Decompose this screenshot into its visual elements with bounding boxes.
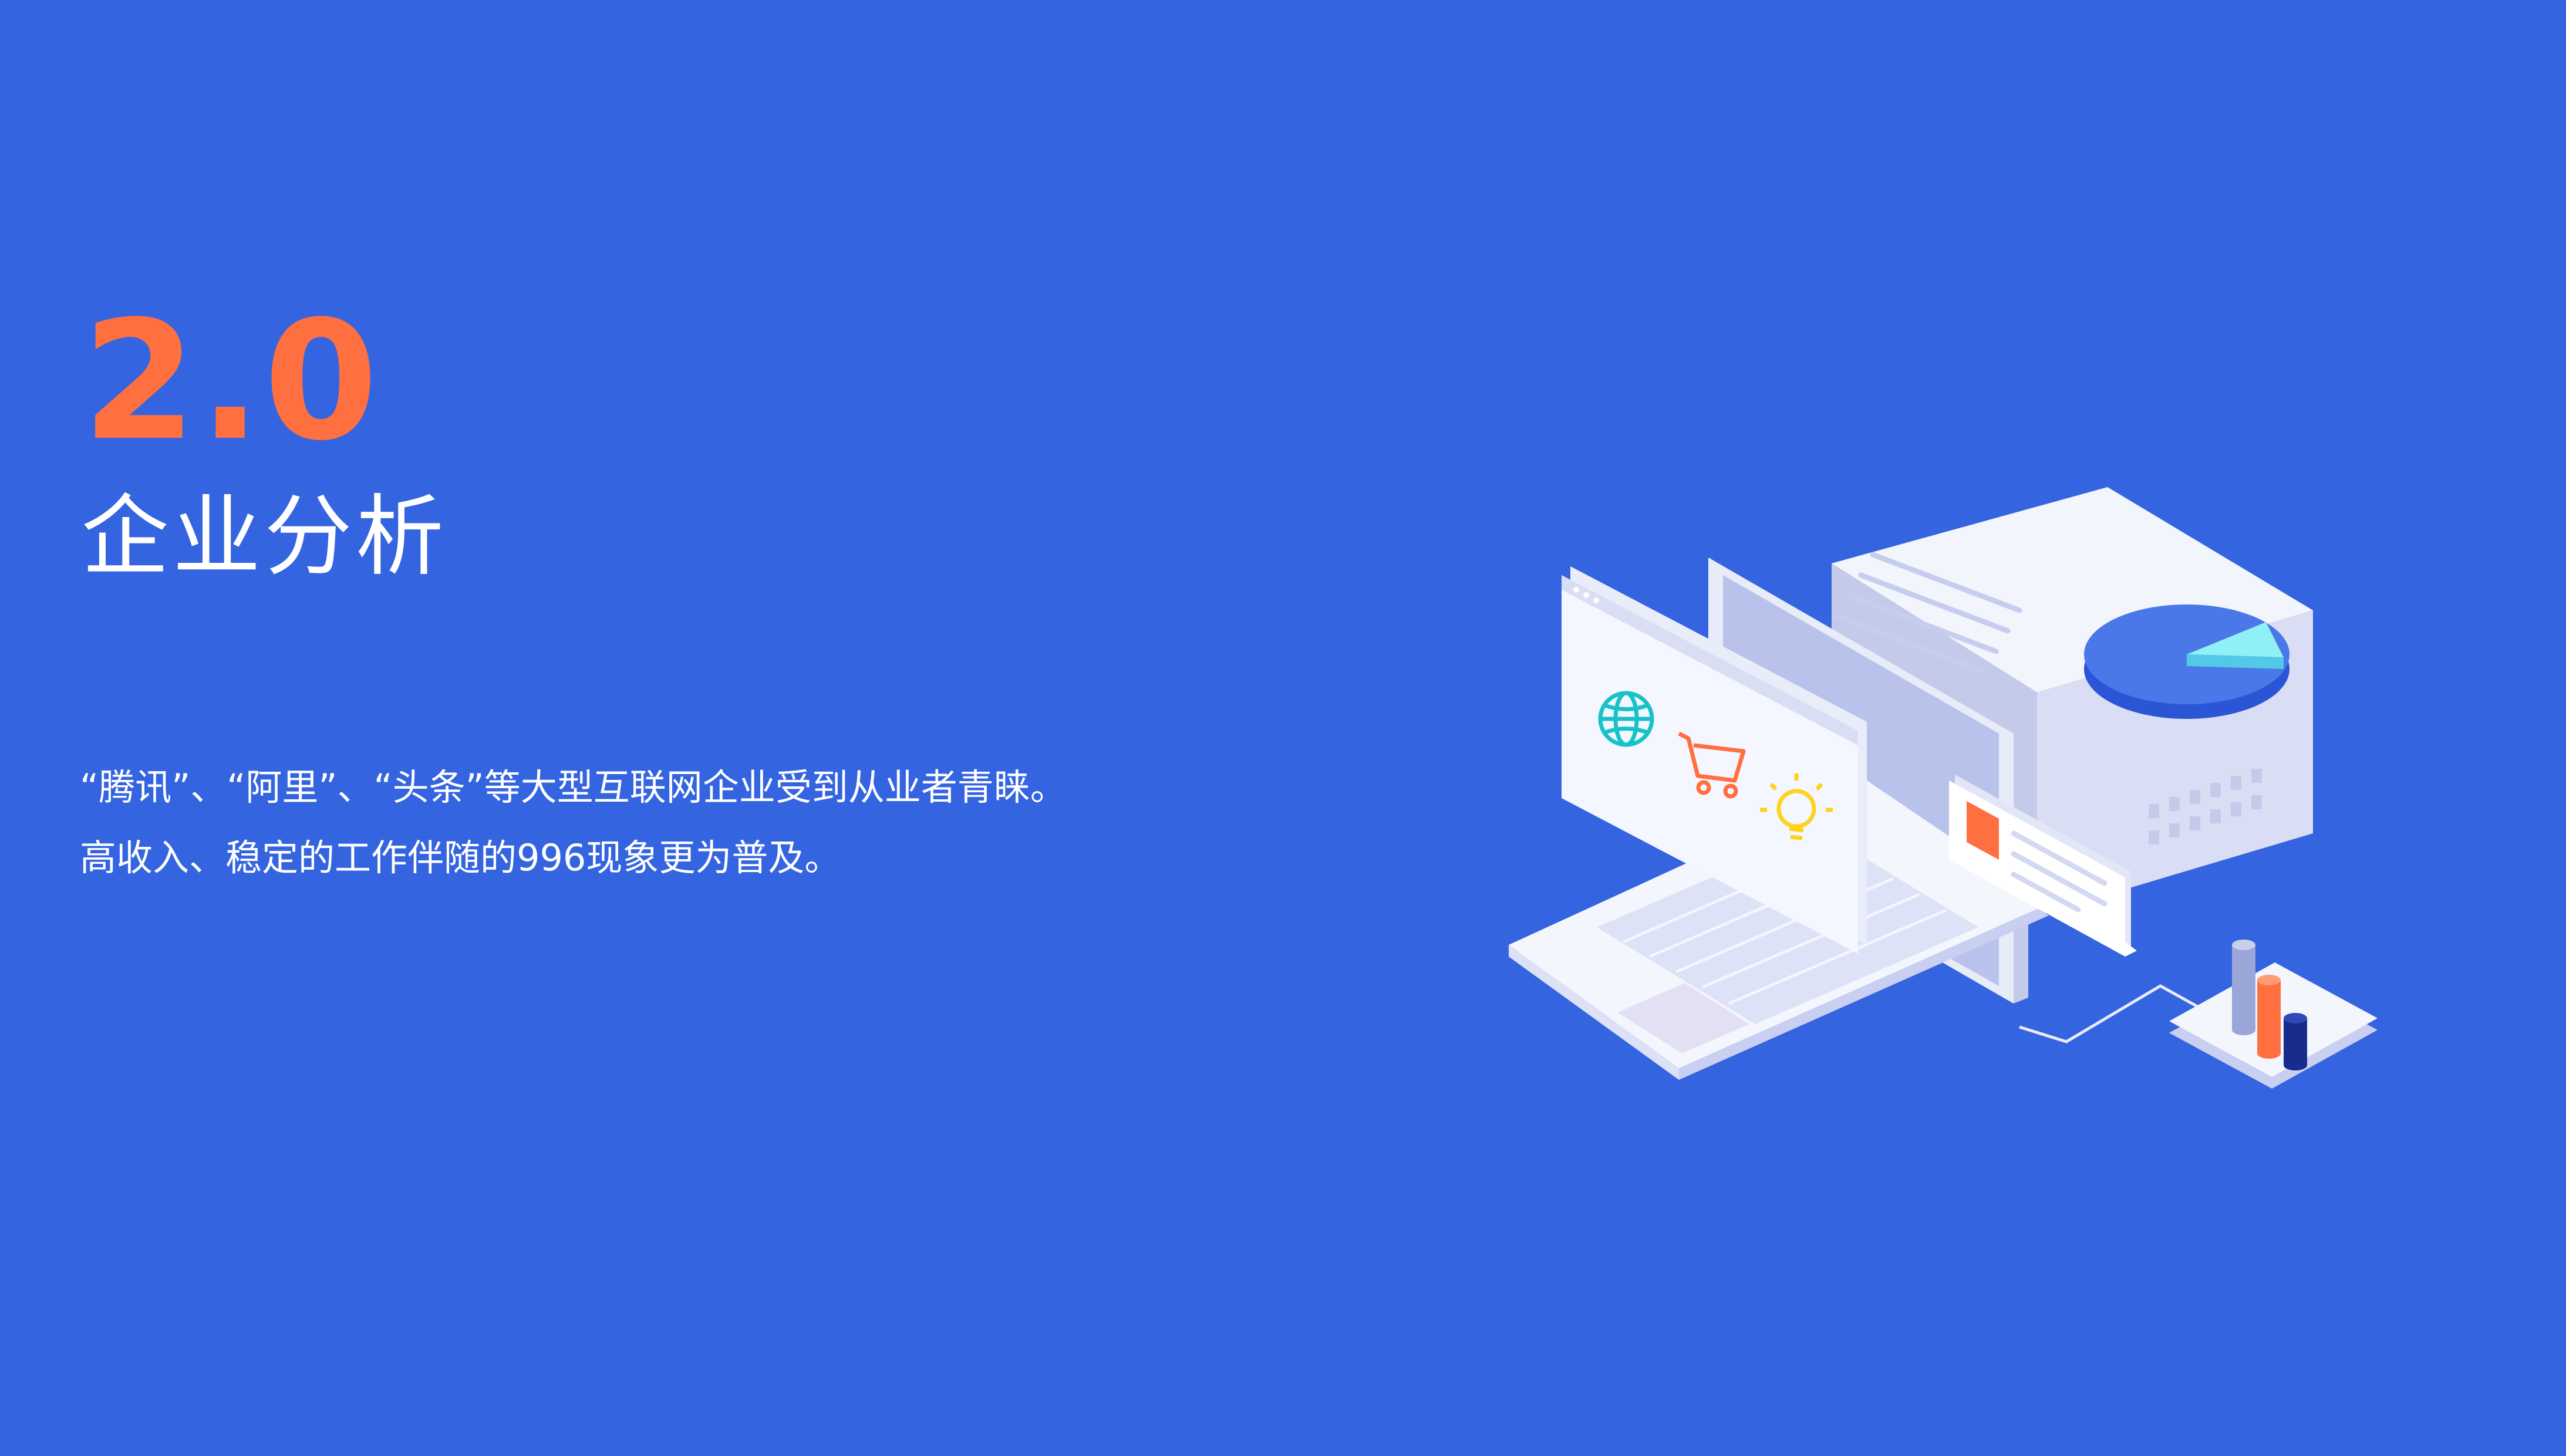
bar-chart-icon — [2169, 940, 2378, 1089]
body-line-1: “腾讯”、“阿里”、“头条”等大型互联网企业受到从业者青睐。 — [80, 766, 1067, 809]
body-line-2: 高收入、稳定的工作伴随的996现象更为普及。 — [80, 836, 841, 879]
body-text: “腾讯”、“阿里”、“头条”等大型互联网企业受到从业者青睐。 高收入、稳定的工作… — [80, 752, 1313, 893]
section-title: 企业分析 — [81, 486, 448, 588]
isometric-laptop-server-illustration — [1509, 487, 2378, 1089]
pie-chart-icon — [2084, 604, 2289, 719]
section-number: 2.0 — [82, 286, 381, 477]
